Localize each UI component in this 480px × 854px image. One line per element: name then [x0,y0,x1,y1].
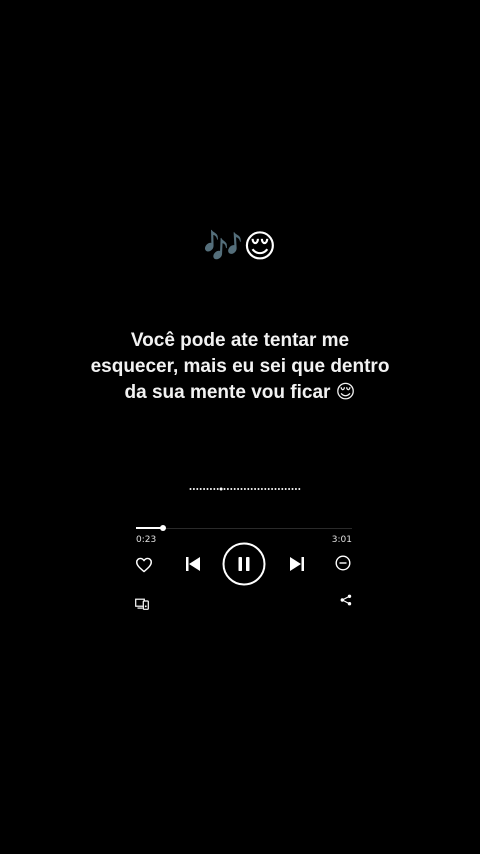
skip-next-icon [290,557,304,571]
separator-dot [189,488,192,490]
dotted-separator [189,487,301,491]
separator-dot [237,488,240,490]
separator-dot [288,488,291,490]
separator-dot [243,488,246,490]
separator-dot [284,488,287,490]
pause-button[interactable] [222,542,266,586]
previous-button[interactable] [183,555,203,573]
separator-dot [260,488,263,490]
separator-dot [213,488,216,490]
total-time: 3:01 [331,535,352,545]
separator-dot [230,488,233,490]
separator-dot [277,488,280,490]
minus-circle-icon [335,555,351,571]
separator-dot [203,488,206,490]
separator-dot [196,488,199,490]
like-button[interactable] [134,556,154,574]
music-notes-emoji: 🎶 [203,227,244,265]
relieved-face-emoji: 😌 [243,227,277,265]
pause-icon [222,542,266,586]
share-icon [340,594,352,606]
separator-dot [192,488,195,490]
lyrics-line-2: esquecer, mais eu sei que dentro [90,356,390,377]
separator-dot [233,488,236,490]
separator-dot [219,487,223,491]
progress-track [136,528,352,529]
separator-dot [267,488,270,490]
separator-dot [291,488,294,490]
connect-devices-icon [135,598,149,610]
progress-fill [136,527,164,529]
separator-dot [247,488,250,490]
separator-dot [254,488,257,490]
separator-dot [226,488,229,490]
elapsed-time: 0:23 [136,535,157,545]
share-button[interactable] [339,593,353,607]
skip-previous-icon [186,557,200,571]
connect-devices-button[interactable] [134,597,150,611]
progress-bar[interactable] [136,525,352,531]
separator-dot [281,488,284,490]
emoji-header: 🎶😌 [0,226,480,266]
lyrics-line-1: Você pode ate tentar me [130,330,350,351]
separator-dot [274,488,277,490]
heart-icon [136,557,152,573]
separator-dot [294,488,297,490]
separator-dot [250,488,253,490]
lyrics-text: Você pode ate tentar me esquecer, mais e… [60,328,420,406]
next-button[interactable] [287,555,307,573]
progress-knob[interactable] [160,525,167,531]
separator-dot [240,488,243,490]
separator-dot [257,488,260,490]
separator-dot [209,488,212,490]
separator-dot [271,488,274,490]
separator-dot [216,488,219,490]
lyrics-line-3: da sua mente vou ficar 😌 [124,382,356,403]
separator-dot [223,488,226,490]
separator-dot [298,488,301,490]
separator-dot [206,488,209,490]
separator-dot [199,488,202,490]
remove-button[interactable] [334,554,352,572]
separator-dot [264,488,267,490]
